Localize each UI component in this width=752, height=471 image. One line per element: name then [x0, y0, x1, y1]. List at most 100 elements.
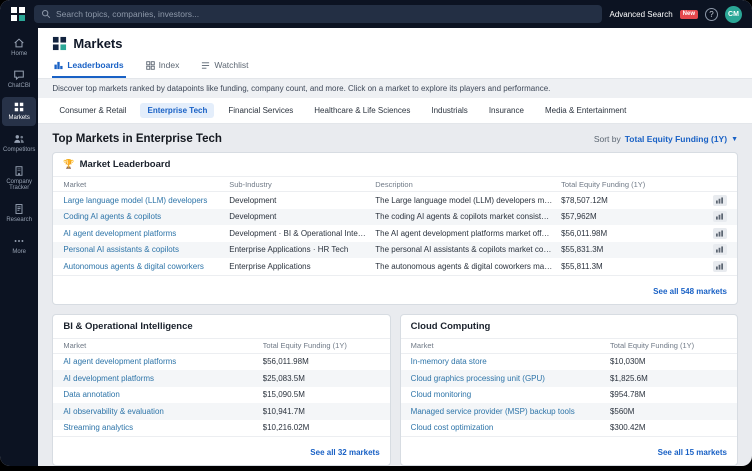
see-all-markets-link[interactable]: See all 548 markets [653, 287, 727, 296]
markets-page-icon [52, 36, 67, 51]
funding-chart-button[interactable] [713, 211, 727, 222]
card-title: BI & Operational Intelligence [63, 321, 192, 332]
competitors-icon [13, 133, 25, 145]
category-tab-industrials[interactable]: Industrials [424, 103, 474, 118]
building-icon [13, 165, 25, 177]
market-link[interactable]: AI observability & evaluation [63, 407, 262, 416]
funding-chart-button[interactable] [713, 261, 727, 272]
ellipsis-icon [13, 235, 25, 247]
cb-insights-logo[interactable] [10, 6, 26, 22]
main-area: Markets Leaderboards Index Watchlist [38, 28, 752, 466]
tab-index[interactable]: Index [144, 56, 182, 78]
chevron-down-icon: ▼ [731, 136, 738, 143]
sidebar-item-research[interactable]: Research [2, 199, 36, 228]
market-link[interactable]: Coding AI agents & copilots [63, 212, 229, 221]
sidebar-item-competitors[interactable]: Competitors [2, 129, 36, 158]
tab-leaderboards[interactable]: Leaderboards [52, 56, 125, 78]
market-link[interactable]: Cloud cost optimization [411, 423, 610, 432]
tab-watchlist[interactable]: Watchlist [199, 56, 250, 78]
table-row: Cloud cost optimization $300.42M [401, 420, 737, 437]
topbar-actions: Advanced Search New ? CM [610, 6, 743, 23]
market-link[interactable]: AI agent development platforms [63, 357, 262, 366]
market-link[interactable]: AI agent development platforms [63, 229, 229, 238]
tab-label: Leaderboards [67, 60, 123, 70]
category-tab-media-entertainment[interactable]: Media & Entertainment [538, 103, 633, 118]
search-input[interactable] [56, 9, 595, 19]
funding-value: $300.42M [610, 423, 727, 432]
sidebar-item-label: ChatCBI [8, 83, 31, 90]
category-tab-healthcare[interactable]: Healthcare & Life Sciences [307, 103, 417, 118]
funding-cell: $55,831.3M [561, 244, 727, 255]
see-all-markets-link[interactable]: See all 32 markets [310, 448, 379, 457]
document-icon [13, 203, 25, 215]
index-grid-icon [146, 61, 155, 70]
description-cell: The AI agent development platforms marke… [375, 229, 561, 238]
column-header: Total Equity Funding (1Y) [610, 341, 727, 350]
bi-operational-intelligence-card: BI & Operational Intelligence Market Tot… [52, 314, 390, 467]
home-icon [13, 37, 25, 49]
funding-value: $55,811.3M [561, 262, 603, 271]
sidebar-item-home[interactable]: Home [2, 33, 36, 62]
funding-value: $10,030M [610, 357, 727, 366]
sub-industry-cell: Development [229, 212, 375, 221]
category-tabs: Consumer & Retail Enterprise Tech Financ… [38, 98, 752, 124]
market-link[interactable]: Managed service provider (MSP) backup to… [411, 407, 610, 416]
funding-value: $1,825.6M [610, 374, 727, 383]
column-header: Sub-Industry [229, 180, 375, 189]
sidebar-item-markets[interactable]: Markets [2, 97, 36, 126]
trophy-icon: 🏆 [63, 160, 74, 169]
sidebar-item-company-tracker[interactable]: Company Tracker [2, 161, 36, 197]
market-link[interactable]: Data annotation [63, 390, 262, 399]
market-link[interactable]: AI development platforms [63, 374, 262, 383]
market-link[interactable]: Autonomous agents & digital coworkers [63, 262, 229, 271]
table-row: AI development platforms $25,083.5M [53, 370, 389, 387]
market-link[interactable]: Large language model (LLM) developers [63, 196, 229, 205]
funding-chart-button[interactable] [713, 244, 727, 255]
category-tab-financial-services[interactable]: Financial Services [221, 103, 300, 118]
funding-value: $15,090.5M [263, 390, 380, 399]
sub-industry-cell: Development [229, 196, 375, 205]
market-link[interactable]: Personal AI assistants & copilots [63, 245, 229, 254]
cloud-computing-card: Cloud Computing Market Total Equity Fund… [400, 314, 738, 467]
table-row: Coding AI agents & copilots Development … [53, 209, 737, 226]
description-cell: The Large language model (LLM) developer… [375, 196, 561, 205]
sort-by-value: Total Equity Funding (1Y) [625, 134, 727, 144]
table-row: AI agent development platforms $56,011.9… [53, 354, 389, 371]
help-icon[interactable]: ? [705, 8, 718, 21]
sidebar-item-label: Markets [9, 115, 30, 122]
funding-value: $10,216.02M [263, 423, 380, 432]
funding-value: $560M [610, 407, 727, 416]
market-link[interactable]: In-memory data store [411, 357, 610, 366]
search-icon [41, 9, 51, 19]
app-window: Advanced Search New ? CM Home ChatCBI Ma… [0, 0, 752, 466]
content-area: Top Markets in Enterprise Tech Sort by T… [38, 124, 752, 466]
section-title: Top Markets in Enterprise Tech [52, 133, 222, 145]
column-header: Total Equity Funding (1Y) [561, 180, 727, 189]
market-link[interactable]: Cloud monitoring [411, 390, 610, 399]
funding-value: $55,831.3M [561, 245, 603, 254]
funding-chart-button[interactable] [713, 228, 727, 239]
app-shell: Home ChatCBI Markets Competitors Company… [0, 28, 752, 466]
funding-chart-button[interactable] [713, 195, 727, 206]
see-all-markets-link[interactable]: See all 15 markets [658, 448, 727, 457]
table-row: Managed service provider (MSP) backup to… [401, 403, 737, 420]
funding-cell: $55,811.3M [561, 261, 727, 272]
funding-value: $954.78M [610, 390, 727, 399]
sort-by-dropdown[interactable]: Sort by Total Equity Funding (1Y) ▼ [594, 134, 738, 144]
market-leaderboard-card: 🏆 Market Leaderboard Market Sub-Industry… [52, 152, 738, 305]
market-link[interactable]: Streaming analytics [63, 423, 262, 432]
market-link[interactable]: Cloud graphics processing unit (GPU) [411, 374, 610, 383]
funding-value: $25,083.5M [263, 374, 380, 383]
sidebar-item-label: Research [6, 217, 32, 224]
category-tab-enterprise-tech[interactable]: Enterprise Tech [140, 103, 214, 118]
sidebar-item-label: More [12, 249, 26, 256]
table-header-row: Market Sub-Industry Description Total Eq… [53, 177, 737, 192]
avatar[interactable]: CM [725, 6, 742, 23]
column-header: Market [63, 341, 262, 350]
leaderboard-icon [54, 61, 63, 70]
advanced-search-link[interactable]: Advanced Search [610, 10, 673, 19]
sidebar-item-more[interactable]: More [2, 231, 36, 260]
category-tab-consumer-retail[interactable]: Consumer & Retail [52, 103, 133, 118]
sidebar-item-chatcbi[interactable]: ChatCBI [2, 65, 36, 94]
category-tab-insurance[interactable]: Insurance [482, 103, 531, 118]
